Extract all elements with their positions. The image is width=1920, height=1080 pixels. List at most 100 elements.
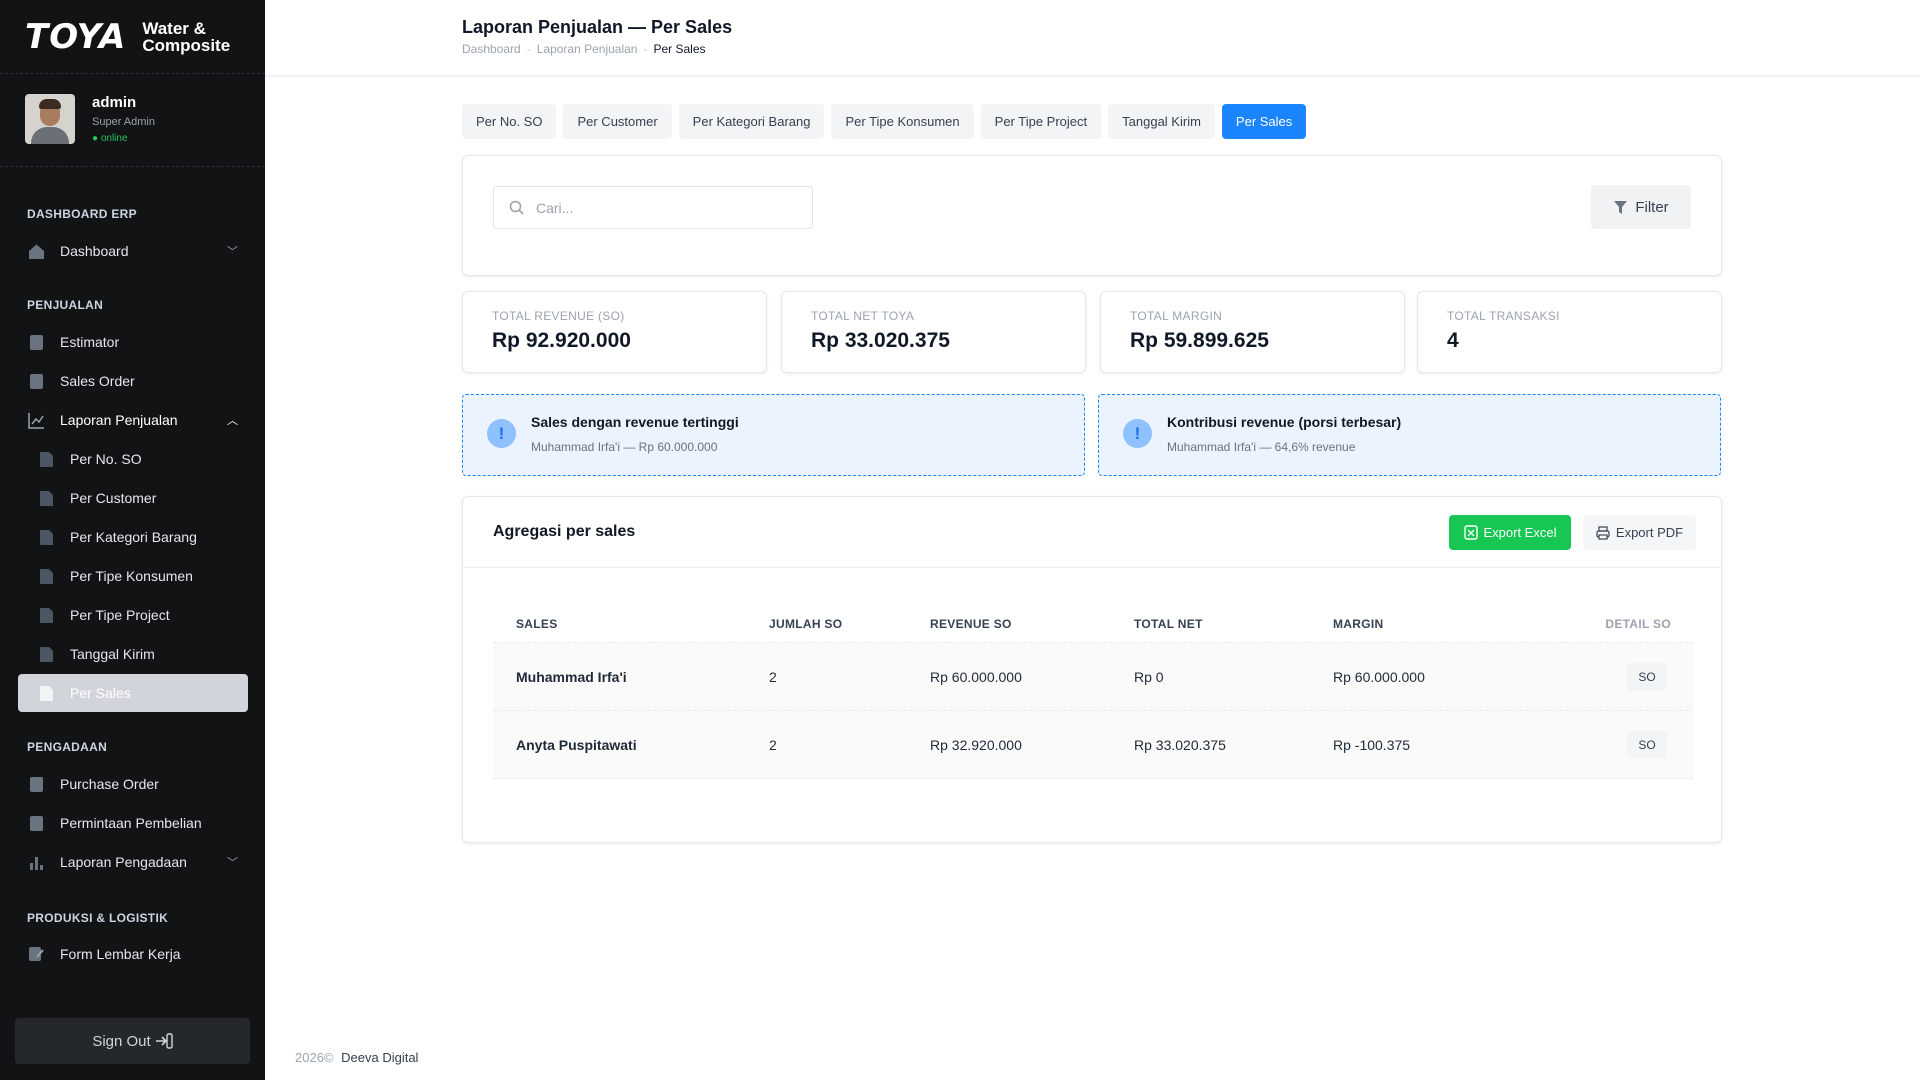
cell-detail-so: SO	[1627, 643, 1667, 710]
detail-so-button[interactable]: SO	[1627, 730, 1667, 759]
sidebar-item-purchase-order[interactable]: Purchase Order	[18, 765, 248, 803]
tab-per-sales[interactable]: Per Sales	[1221, 104, 1307, 139]
cell-sales: Muhammad Irfa'i	[516, 668, 627, 685]
cell-revenue-so: Rp 60.000.000	[930, 668, 1022, 685]
topbar: Laporan Penjualan — Per Sales Dashboard …	[265, 0, 1920, 76]
stat-total-margin: TOTAL MARGIN Rp 59.899.625	[1100, 291, 1405, 373]
filter-button[interactable]: Filter	[1591, 185, 1691, 229]
breadcrumb-separator: -	[643, 42, 648, 56]
table-row: Muhammad Irfa'i 2 Rp 60.000.000 Rp 0 Rp …	[493, 643, 1693, 711]
bar-chart-icon	[28, 854, 45, 871]
export-excel-label: Export Excel	[1483, 525, 1557, 540]
brand-subtitle: Water & Composite	[142, 20, 230, 54]
sidebar-item-per-customer[interactable]: Per Customer	[18, 479, 248, 517]
sign-out-button[interactable]: Sign Out	[15, 1018, 250, 1064]
tab-tanggal-kirim[interactable]: Tanggal Kirim	[1108, 104, 1215, 139]
tab-per-kategori-barang[interactable]: Per Kategori Barang	[678, 104, 825, 139]
table-header-row: SALES JUMLAH SO REVENUE SO TOTAL NET MAR…	[493, 605, 1693, 643]
document-icon	[28, 815, 45, 832]
section-penjualan: PENJUALAN	[27, 298, 104, 312]
chevron-down-icon: ﹀	[227, 246, 238, 258]
stat-label: TOTAL MARGIN	[1130, 309, 1223, 323]
column-header-total-net[interactable]: TOTAL NET	[1134, 605, 1203, 642]
sidebar-item-dashboard[interactable]: Dashboard ﹀	[18, 232, 248, 270]
aggregation-header: Agregasi per sales Export Excel Export P…	[463, 497, 1721, 568]
tab-per-tipe-project[interactable]: Per Tipe Project	[980, 104, 1102, 139]
sidebar-item-per-kategori-barang[interactable]: Per Kategori Barang	[18, 518, 248, 556]
sidebar-item-form-lembar-kerja[interactable]: Form Lembar Kerja	[18, 935, 248, 973]
footer-year: 2026©	[295, 1050, 334, 1065]
brand[interactable]: TOYA Water & Composite	[0, 0, 265, 74]
sidebar-item-permintaan-pembelian[interactable]: Permintaan Pembelian	[18, 804, 248, 842]
insight-detail: Muhammad Irfa'i — 64,6% revenue	[1167, 440, 1356, 454]
file-icon	[38, 490, 55, 507]
edit-document-icon	[28, 946, 45, 963]
user-name: admin	[92, 94, 137, 111]
sales-table: SALES JUMLAH SO REVENUE SO TOTAL NET MAR…	[493, 605, 1693, 779]
filter-icon	[1613, 200, 1628, 215]
cell-total-net: Rp 0	[1134, 668, 1164, 685]
sidebar-item-per-sales[interactable]: Per Sales	[18, 674, 248, 712]
cell-revenue-so: Rp 32.920.000	[930, 736, 1022, 753]
insight-detail: Muhammad Irfa'i — Rp 60.000.000	[531, 440, 718, 454]
sidebar-item-sales-order[interactable]: Sales Order	[18, 362, 248, 400]
sidebar-item-tanggal-kirim[interactable]: Tanggal Kirim	[18, 635, 248, 673]
stat-total-net-toya: TOTAL NET TOYA Rp 33.020.375	[781, 291, 1086, 373]
user-role: Super Admin	[92, 116, 155, 128]
insight-top-sales: ! Sales dengan revenue tertinggi Muhamma…	[462, 394, 1085, 476]
search-icon	[509, 200, 524, 215]
sidebar-item-label: Per No. SO	[70, 451, 142, 467]
column-header-margin[interactable]: MARGIN	[1333, 605, 1383, 642]
file-icon	[38, 646, 55, 663]
sidebar: TOYA Water & Composite admin Super Admin…	[0, 0, 265, 1080]
page-title: Laporan Penjualan — Per Sales	[462, 17, 733, 37]
search-input[interactable]	[536, 199, 786, 216]
stat-total-transaksi: TOTAL TRANSAKSI 4	[1417, 291, 1722, 373]
breadcrumb-laporan-penjualan[interactable]: Laporan Penjualan	[537, 42, 638, 56]
sidebar-item-per-tipe-konsumen[interactable]: Per Tipe Konsumen	[18, 557, 248, 595]
sidebar-item-per-tipe-project[interactable]: Per Tipe Project	[18, 596, 248, 634]
sidebar-item-laporan-penjualan[interactable]: Laporan Penjualan ︿	[18, 401, 248, 439]
search-box[interactable]	[493, 186, 813, 229]
export-excel-button[interactable]: Export Excel	[1449, 515, 1571, 550]
tab-per-customer[interactable]: Per Customer	[563, 104, 672, 139]
tab-per-tipe-konsumen[interactable]: Per Tipe Konsumen	[831, 104, 974, 139]
sidebar-item-label: Per Tipe Konsumen	[70, 568, 193, 584]
alert-icon: !	[1123, 419, 1152, 448]
sidebar-item-label: Permintaan Pembelian	[60, 815, 202, 831]
detail-so-button[interactable]: SO	[1627, 662, 1667, 691]
document-icon	[28, 373, 45, 390]
breadcrumb-dashboard[interactable]: Dashboard	[462, 42, 521, 56]
file-icon	[38, 685, 55, 702]
cell-margin: Rp 60.000.000	[1333, 668, 1425, 685]
footer-company-link[interactable]: Deeva Digital	[341, 1050, 418, 1065]
file-icon	[38, 607, 55, 624]
column-header-jumlah-so[interactable]: JUMLAH SO	[769, 605, 842, 642]
sidebar-item-label: Per Sales	[70, 685, 131, 701]
column-header-sales[interactable]: SALES	[516, 605, 558, 642]
stat-value: Rp 59.899.625	[1130, 329, 1269, 352]
section-produksi-logistik: PRODUKSI & LOGISTIK	[27, 911, 169, 925]
sidebar-item-label: Laporan Pengadaan	[60, 854, 187, 870]
stat-value: Rp 33.020.375	[811, 329, 950, 352]
sidebar-item-per-no-so[interactable]: Per No. SO	[18, 440, 248, 478]
avatar	[25, 94, 75, 144]
chevron-down-icon: ﹀	[227, 857, 238, 869]
sidebar-item-label: Per Customer	[70, 490, 157, 506]
brand-sub-line2: Composite	[142, 35, 231, 55]
insight-revenue-contribution: ! Kontribusi revenue (porsi terbesar) Mu…	[1098, 394, 1721, 476]
document-icon	[28, 776, 45, 793]
sidebar-item-laporan-pengadaan[interactable]: Laporan Pengadaan ﹀	[18, 843, 248, 881]
column-header-revenue-so[interactable]: REVENUE SO	[930, 605, 1012, 642]
tab-per-no-so[interactable]: Per No. SO	[462, 104, 557, 139]
sidebar-item-label: Sales Order	[60, 373, 135, 389]
export-pdf-button[interactable]: Export PDF	[1583, 515, 1696, 550]
sign-out-icon	[155, 1033, 173, 1049]
user-card[interactable]: admin Super Admin ● online	[0, 74, 265, 167]
breadcrumb-current: Per Sales	[653, 42, 706, 56]
cell-total-net: Rp 33.020.375	[1134, 736, 1226, 753]
sidebar-item-label: Per Kategori Barang	[70, 529, 197, 545]
section-pengadaan: PENGADAAN	[27, 740, 108, 754]
sidebar-item-estimator[interactable]: Estimator	[18, 323, 248, 361]
sidebar-item-label: Per Tipe Project	[70, 607, 170, 623]
